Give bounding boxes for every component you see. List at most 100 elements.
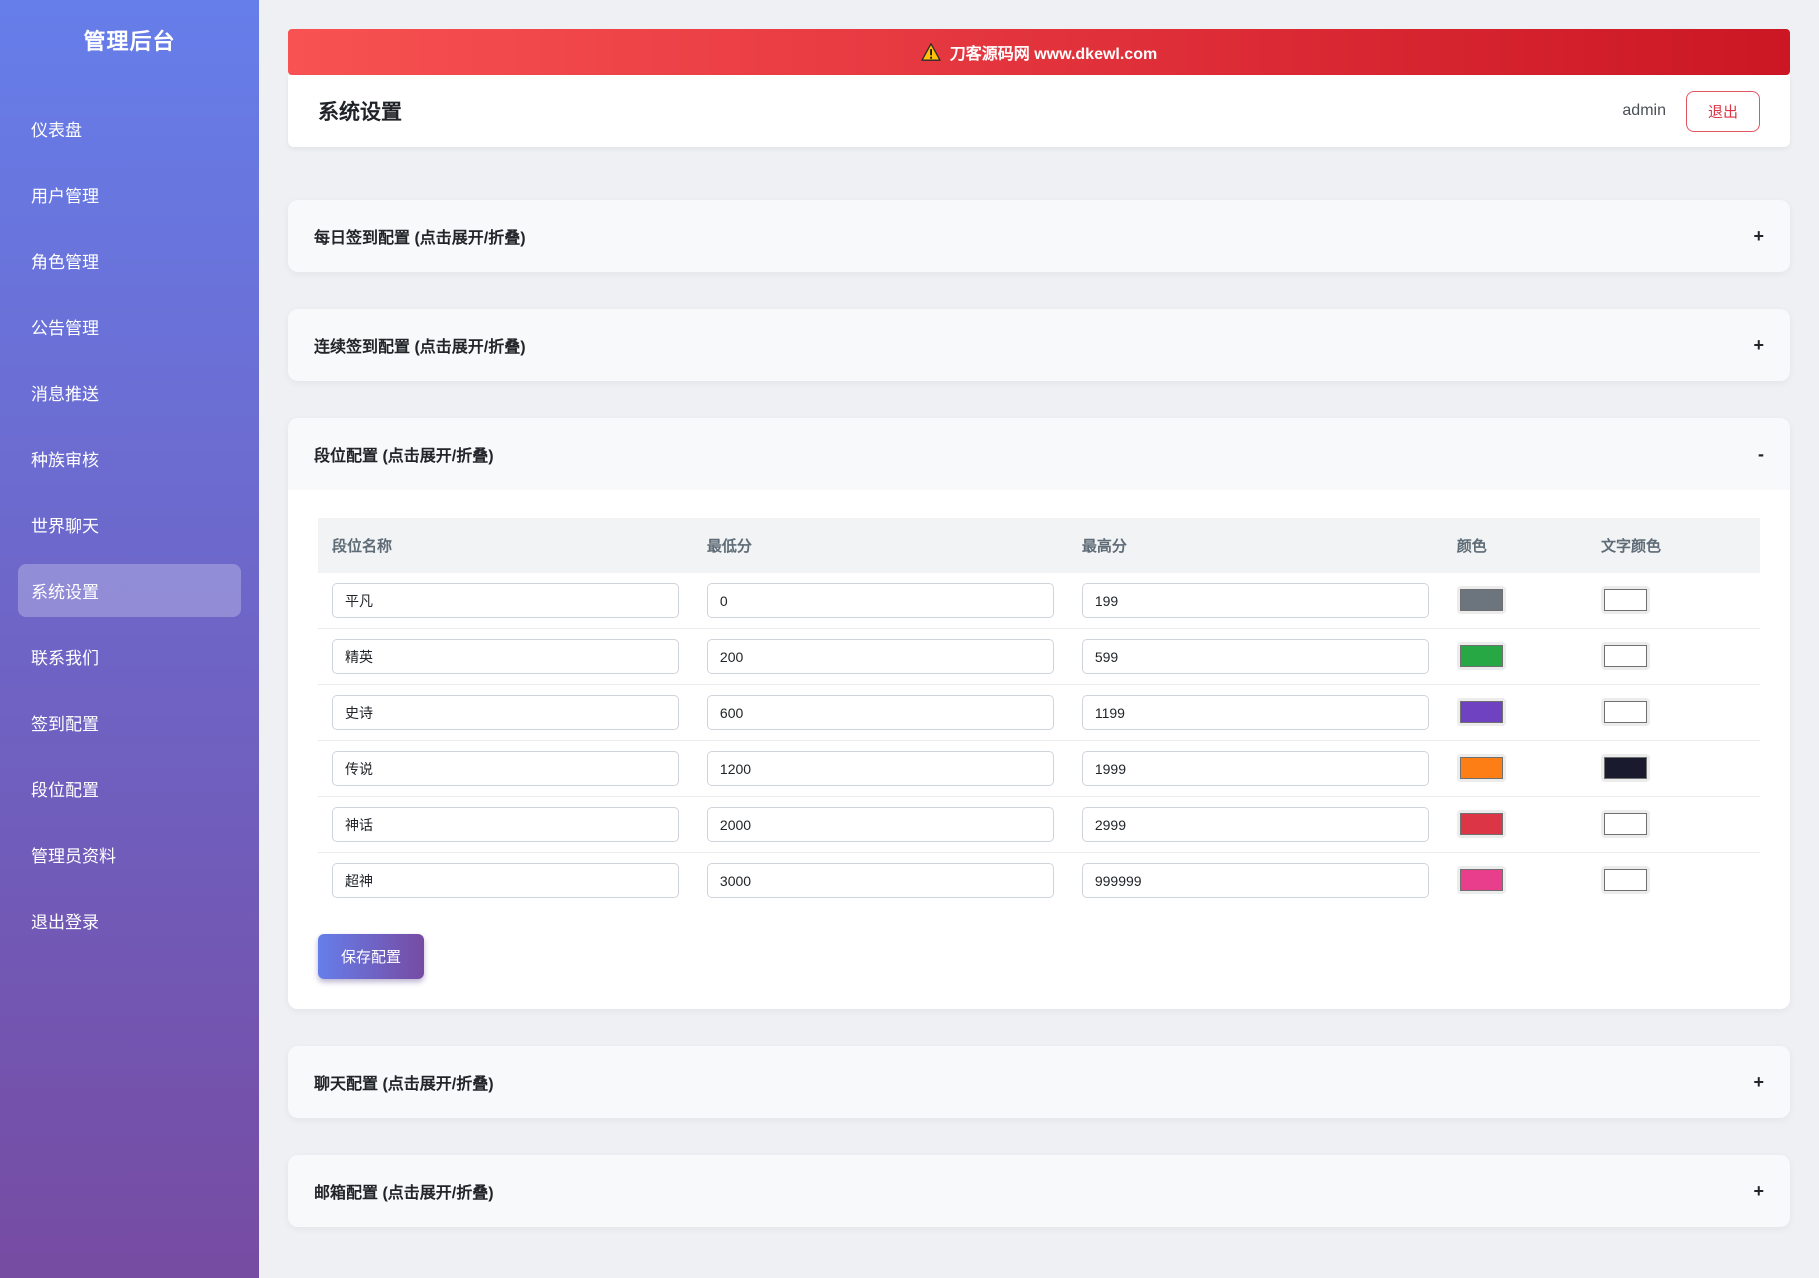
- rank-max-input[interactable]: [1081, 863, 1429, 898]
- app-window: 管理后台 仪表盘 用户管理 角色管理 公告管理 消息推送 种族审核 世界聊天 系…: [0, 0, 1819, 1278]
- rank-color-picker[interactable]: [1456, 641, 1506, 670]
- rank-text-color-picker[interactable]: [1600, 865, 1650, 894]
- sidebar-menu: 仪表盘 用户管理 角色管理 公告管理 消息推送 种族审核 世界聊天 系统设置 联…: [0, 102, 259, 947]
- rank-min-input[interactable]: [706, 751, 1054, 786]
- sidebar-item-system-settings[interactable]: 系统设置: [18, 564, 241, 617]
- column-header-rank-name: 段位名称: [332, 538, 393, 555]
- page-title: 系统设置: [318, 101, 402, 124]
- section-mail-config: 邮箱配置 (点击展开/折叠) +: [288, 1155, 1790, 1227]
- collapse-icon: -: [1758, 444, 1764, 464]
- section-title: 连续签到配置 (点击展开/折叠): [314, 339, 526, 356]
- rank-color-picker[interactable]: [1456, 865, 1506, 894]
- header-right: admin 退出: [1622, 90, 1760, 132]
- rank-color-picker[interactable]: [1456, 697, 1506, 726]
- color-swatch: [1603, 644, 1647, 667]
- sidebar-item-rank-config[interactable]: 段位配置: [18, 762, 241, 815]
- column-header-max-score: 最高分: [1081, 538, 1127, 555]
- page-header: 系统设置 admin 退出: [288, 75, 1790, 147]
- rank-text-color-picker[interactable]: [1600, 697, 1650, 726]
- rank-name-input[interactable]: [332, 863, 679, 898]
- column-header-text-color: 文字颜色: [1600, 538, 1661, 555]
- rank-text-color-picker[interactable]: [1600, 809, 1650, 838]
- sidebar-item-announcement-management[interactable]: 公告管理: [18, 300, 241, 353]
- section-daily-signin-header[interactable]: 每日签到配置 (点击展开/折叠) +: [288, 200, 1790, 272]
- save-config-button[interactable]: 保存配置: [318, 934, 425, 979]
- rank-min-input[interactable]: [706, 695, 1054, 730]
- rank-row-4: [318, 796, 1760, 853]
- color-swatch: [1459, 588, 1503, 611]
- logout-button[interactable]: 退出: [1685, 90, 1760, 132]
- sidebar-item-role-management[interactable]: 角色管理: [18, 234, 241, 287]
- color-swatch: [1459, 644, 1503, 667]
- rank-table: 段位名称 最低分 最高分 颜色 文字颜色: [318, 518, 1760, 908]
- settings-sections: 每日签到配置 (点击展开/折叠) + 连续签到配置 (点击展开/折叠) + 段位…: [288, 200, 1790, 1227]
- color-swatch: [1459, 700, 1503, 723]
- warning-icon: [921, 43, 941, 61]
- sidebar-item-world-chat[interactable]: 世界聊天: [18, 498, 241, 551]
- section-daily-signin: 每日签到配置 (点击展开/折叠) +: [288, 200, 1790, 272]
- rank-color-picker[interactable]: [1456, 585, 1506, 614]
- rank-min-input[interactable]: [706, 639, 1054, 674]
- rank-min-input[interactable]: [706, 583, 1054, 618]
- rank-text-color-picker[interactable]: [1600, 585, 1650, 614]
- rank-name-input[interactable]: [332, 583, 679, 618]
- rank-row-5: [318, 853, 1760, 909]
- rank-name-input[interactable]: [332, 639, 679, 674]
- rank-max-input[interactable]: [1081, 751, 1429, 786]
- section-title: 每日签到配置 (点击展开/折叠): [314, 230, 526, 247]
- section-consecutive-signin-header[interactable]: 连续签到配置 (点击展开/折叠) +: [288, 309, 1790, 381]
- color-swatch: [1603, 868, 1647, 891]
- rank-text-color-picker[interactable]: [1600, 753, 1650, 782]
- section-chat-config-header[interactable]: 聊天配置 (点击展开/折叠) +: [288, 1046, 1790, 1118]
- section-title: 邮箱配置 (点击展开/折叠): [314, 1185, 494, 1202]
- rank-text-color-picker[interactable]: [1600, 641, 1650, 670]
- rank-color-picker[interactable]: [1456, 753, 1506, 782]
- sidebar-title: 管理后台: [83, 29, 176, 54]
- sidebar-item-logout[interactable]: 退出登录: [18, 894, 241, 947]
- section-title: 段位配置 (点击展开/折叠): [314, 448, 494, 465]
- expand-icon: +: [1753, 1181, 1764, 1201]
- rank-max-input[interactable]: [1081, 807, 1429, 842]
- expand-icon: +: [1753, 1072, 1764, 1092]
- section-title: 聊天配置 (点击展开/折叠): [314, 1076, 494, 1093]
- sidebar: 管理后台 仪表盘 用户管理 角色管理 公告管理 消息推送 种族审核 世界聊天 系…: [0, 0, 259, 1278]
- color-swatch: [1459, 868, 1503, 891]
- rank-min-input[interactable]: [706, 807, 1054, 842]
- sidebar-item-user-management[interactable]: 用户管理: [18, 168, 241, 221]
- rank-table-header-row: 段位名称 最低分 最高分 颜色 文字颜色: [318, 518, 1760, 573]
- rank-row-1: [318, 628, 1760, 685]
- main-content: 刀客源码网 www.dkewl.com 系统设置 admin 退出 每日签到配置…: [259, 0, 1819, 1278]
- notice-banner: 刀客源码网 www.dkewl.com: [288, 29, 1790, 75]
- section-consecutive-signin: 连续签到配置 (点击展开/折叠) +: [288, 309, 1790, 381]
- color-swatch: [1603, 756, 1647, 779]
- column-header-color: 颜色: [1456, 538, 1487, 555]
- color-swatch: [1459, 756, 1503, 779]
- rank-min-input[interactable]: [706, 863, 1054, 898]
- rank-row-3: [318, 740, 1760, 797]
- color-swatch: [1603, 700, 1647, 723]
- section-chat-config: 聊天配置 (点击展开/折叠) +: [288, 1046, 1790, 1118]
- sidebar-item-admin-profile[interactable]: 管理员资料: [18, 828, 241, 881]
- expand-icon: +: [1753, 335, 1764, 355]
- rank-color-picker[interactable]: [1456, 809, 1506, 838]
- rank-max-input[interactable]: [1081, 639, 1429, 674]
- rank-name-input[interactable]: [332, 695, 679, 730]
- rank-max-input[interactable]: [1081, 583, 1429, 618]
- rank-max-input[interactable]: [1081, 695, 1429, 730]
- column-header-min-score: 最低分: [706, 538, 752, 555]
- rank-name-input[interactable]: [332, 751, 679, 786]
- sidebar-item-message-push[interactable]: 消息推送: [18, 366, 241, 419]
- username-label: admin: [1622, 102, 1666, 119]
- expand-icon: +: [1753, 226, 1764, 246]
- color-swatch: [1459, 812, 1503, 835]
- rank-name-input[interactable]: [332, 807, 679, 842]
- sidebar-item-contact-us[interactable]: 联系我们: [18, 630, 241, 683]
- rank-row-0: [318, 573, 1760, 629]
- section-rank-config-header[interactable]: 段位配置 (点击展开/折叠) -: [288, 418, 1790, 490]
- sidebar-item-signin-config[interactable]: 签到配置: [18, 696, 241, 749]
- rank-config-body: 段位名称 最低分 最高分 颜色 文字颜色 平凡 0 199 精英 200 599…: [288, 490, 1790, 1009]
- sidebar-item-dashboard[interactable]: 仪表盘: [18, 102, 241, 155]
- color-swatch: [1603, 812, 1647, 835]
- sidebar-item-race-review[interactable]: 种族审核: [18, 432, 241, 485]
- section-mail-config-header[interactable]: 邮箱配置 (点击展开/折叠) +: [288, 1155, 1790, 1227]
